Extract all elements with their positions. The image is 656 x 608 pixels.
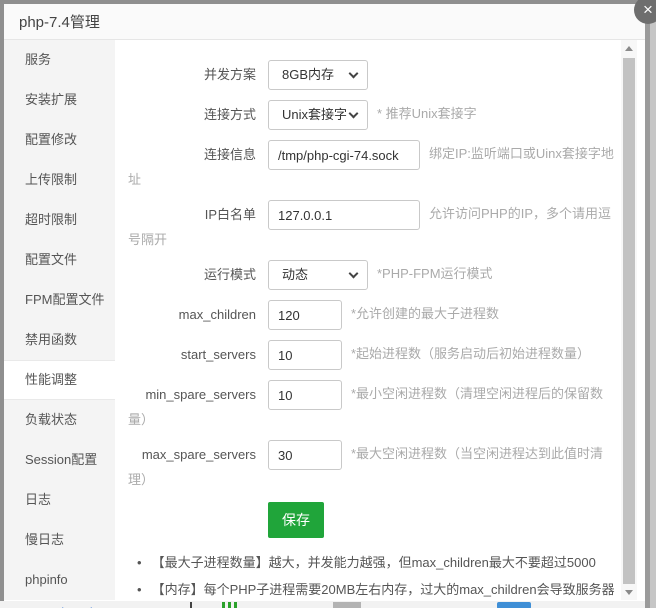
scrollbar-thumb[interactable] (623, 58, 635, 584)
dialog-titlebar: php-7.4管理 (4, 4, 645, 40)
sidebar-item-upload-limit[interactable]: 上传限制 (4, 160, 115, 200)
bullet-icon: • (137, 582, 142, 597)
chevron-down-icon (349, 69, 359, 79)
sidebar-item-slow-log[interactable]: 慢日志 (4, 520, 115, 560)
field-label: max_children (128, 305, 256, 325)
tip-text: 【最大子进程数量】越大，并发能力越强，但max_children最大不要超过50… (152, 555, 596, 570)
window-edge (650, 0, 656, 608)
sidebar-item-timeout-limit[interactable]: 超时限制 (4, 200, 115, 240)
tip-item: • 【最大子进程数量】越大，并发能力越强，但max_children最大不要超过5… (128, 552, 621, 574)
sidebar-item-service[interactable]: 服务 (4, 40, 115, 80)
field-label: 连接方式 (128, 105, 256, 125)
dialog-title: php-7.4管理 (19, 11, 100, 32)
form-row-connect-type: 连接方式 Unix套接字 * 推荐Unix套接字 (128, 100, 621, 130)
concurrency-plan-select[interactable]: 8GB内存 (268, 60, 368, 90)
close-icon: × (643, 0, 653, 20)
form-row-connect-info: 连接信息绑定IP:监听端口或Uinx套接字地址 (128, 140, 621, 190)
field-note: * 推荐Unix套接字 (377, 106, 477, 121)
field-label: 并发方案 (128, 65, 256, 85)
field-label: 运行模式 (128, 265, 256, 285)
min-spare-servers-input[interactable] (268, 380, 342, 410)
form-row-max-spare-servers: max_spare_servers*最大空闲进程数（当空闲进程达到此值时清理） (128, 440, 621, 490)
tip-text: 【内存】每个PHP子进程需要20MB左右内存，过大的max_children会导… (128, 582, 615, 600)
sidebar-item-disabled-functions[interactable]: 禁用函数 (4, 320, 115, 360)
chevron-down-icon (349, 109, 359, 119)
sidebar-item-log[interactable]: 日志 (4, 480, 115, 520)
tips-list: • 【最大子进程数量】越大，并发能力越强，但max_children最大不要超过5… (128, 552, 621, 600)
background-fragment (333, 602, 361, 608)
field-note: *PHP-FPM运行模式 (377, 266, 493, 281)
background-page-strip (0, 601, 645, 608)
select-value: Unix套接字 (282, 107, 347, 122)
sidebar: 服务安装扩展配置修改上传限制超时限制配置文件FPM配置文件禁用函数性能调整负载状… (4, 40, 115, 600)
sidebar-item-fpm-config-file[interactable]: FPM配置文件 (4, 280, 115, 320)
field-label: max_spare_servers (128, 445, 256, 465)
background-fragment (62, 602, 92, 608)
dialog-scrollbar[interactable] (621, 40, 637, 600)
field-label: start_servers (128, 345, 256, 365)
content-panel: 并发方案 8GB内存连接方式 Unix套接字 * 推荐Unix套接字连接信息绑定IP:… (115, 40, 645, 600)
background-fragment (222, 602, 237, 608)
max-children-input[interactable] (268, 300, 342, 330)
connect-info-input[interactable] (268, 140, 420, 170)
scrollbar-down-icon[interactable] (625, 590, 633, 595)
run-mode-select[interactable]: 动态 (268, 260, 368, 290)
field-note: *允许创建的最大子进程数 (351, 306, 499, 321)
select-value: 8GB内存 (282, 67, 334, 82)
performance-form: 并发方案 8GB内存连接方式 Unix套接字 * 推荐Unix套接字连接信息绑定IP:… (128, 60, 621, 490)
sidebar-item-load-status[interactable]: 负载状态 (4, 400, 115, 440)
bullet-icon: • (137, 555, 142, 570)
field-label: min_spare_servers (128, 385, 256, 405)
field-label: IP白名单 (128, 205, 256, 225)
scrollbar-up-icon[interactable] (625, 46, 633, 51)
sidebar-item-performance-tuning[interactable]: 性能调整 (4, 360, 115, 400)
field-note: *起始进程数（服务启动后初始进程数量） (351, 346, 590, 361)
screen: php-7.4管理 服务安装扩展配置修改上传限制超时限制配置文件FPM配置文件禁… (0, 0, 656, 608)
connect-type-select[interactable]: Unix套接字 (268, 100, 368, 130)
sidebar-item-session-config[interactable]: Session配置 (4, 440, 115, 480)
form-row-min-spare-servers: min_spare_servers*最小空闲进程数（清理空闲进程后的保留数量） (128, 380, 621, 430)
sidebar-item-phpinfo[interactable]: phpinfo (4, 560, 115, 600)
php-manage-dialog: php-7.4管理 服务安装扩展配置修改上传限制超时限制配置文件FPM配置文件禁… (4, 4, 645, 601)
field-label: 连接信息 (128, 145, 256, 165)
ip-whitelist-input[interactable] (268, 200, 420, 230)
sidebar-item-config-edit[interactable]: 配置修改 (4, 120, 115, 160)
start-servers-input[interactable] (268, 340, 342, 370)
dialog-body: 服务安装扩展配置修改上传限制超时限制配置文件FPM配置文件禁用函数性能调整负载状… (4, 40, 645, 600)
tip-item: •【内存】每个PHP子进程需要20MB左右内存，过大的max_children会… (128, 579, 621, 600)
sidebar-item-install-extension[interactable]: 安装扩展 (4, 80, 115, 120)
background-fragment (190, 602, 192, 608)
form-row-start-servers: start_servers *起始进程数（服务启动后初始进程数量） (128, 340, 621, 370)
form-row-concurrency-plan: 并发方案 8GB内存 (128, 60, 621, 90)
sidebar-item-config-file[interactable]: 配置文件 (4, 240, 115, 280)
form-row-max-children: max_children *允许创建的最大子进程数 (128, 300, 621, 330)
form-row-ip-whitelist: IP白名单允许访问PHP的IP，多个请用逗号隔开 (128, 200, 621, 250)
form-row-run-mode: 运行模式 动态 *PHP-FPM运行模式 (128, 260, 621, 290)
max-spare-servers-input[interactable] (268, 440, 342, 470)
save-button[interactable]: 保存 (268, 502, 324, 538)
background-fragment (497, 602, 531, 608)
chevron-down-icon (349, 269, 359, 279)
select-value: 动态 (282, 267, 308, 282)
